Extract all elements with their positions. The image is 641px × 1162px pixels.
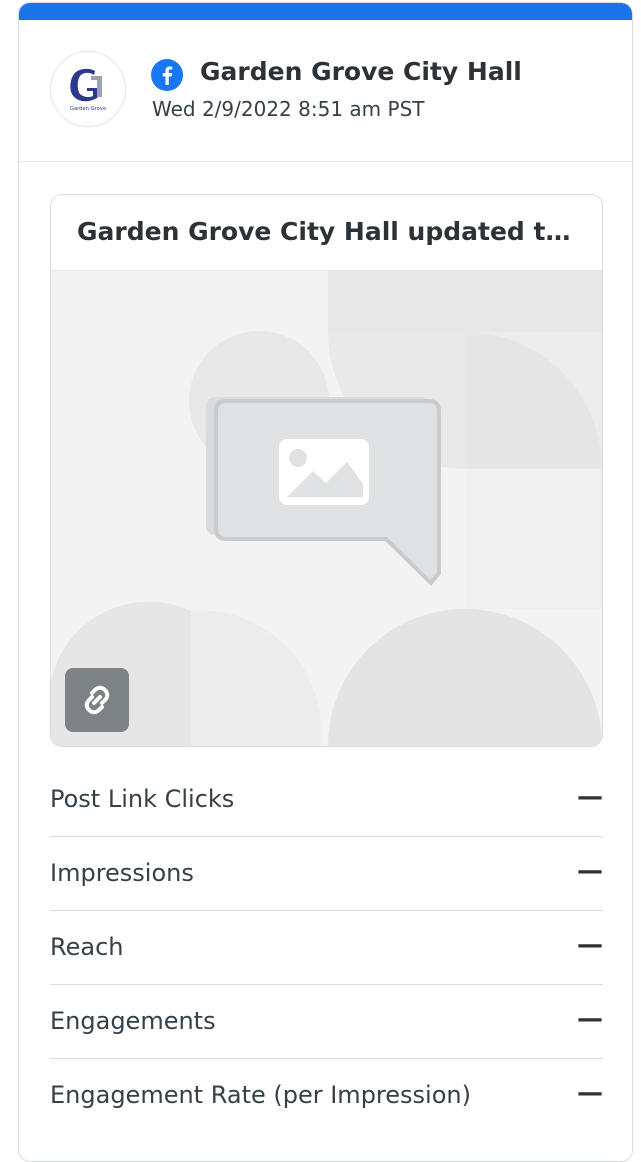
metric-label: Post Link Clicks [50,785,235,813]
metric-row-engagements: Engagements — [50,985,603,1059]
account-name[interactable]: Garden Grove City Hall [200,57,522,86]
metric-row-post-link-clicks: Post Link Clicks — [50,763,603,837]
metrics-list: Post Link Clicks — Impressions — Reach —… [50,763,603,1133]
post-header: Garden Grove Garden Grove City Hall Wed … [19,20,632,162]
metric-row-impressions: Impressions — [50,837,603,911]
post-timestamp: Wed 2/9/2022 8:51 am PST [152,97,425,121]
image-placeholder-background [51,195,602,746]
metric-value: — [577,1004,603,1034]
link-icon [84,685,110,715]
metric-value: — [577,782,603,812]
avatar[interactable]: Garden Grove [50,51,126,127]
post-card: Garden Grove Garden Grove City Hall Wed … [18,2,633,1162]
metric-value: — [577,1078,603,1108]
card-accent-bar [19,3,632,20]
svg-text:Garden Grove: Garden Grove [70,106,106,112]
preview-image [51,195,602,746]
metric-label: Engagements [50,1007,216,1035]
metric-row-reach: Reach — [50,911,603,985]
preview-title: Garden Grove City Hall updated their cov… [51,195,602,271]
metric-label: Engagement Rate (per Impression) [50,1081,471,1109]
facebook-icon [151,59,183,91]
metric-row-engagement-rate: Engagement Rate (per Impression) — [50,1059,603,1133]
metric-label: Impressions [50,859,194,887]
metric-value: — [577,856,603,886]
post-preview[interactable]: Garden Grove City Hall updated their cov… [50,194,603,747]
link-badge[interactable] [65,668,129,732]
metric-label: Reach [50,933,124,961]
metric-value: — [577,930,603,960]
